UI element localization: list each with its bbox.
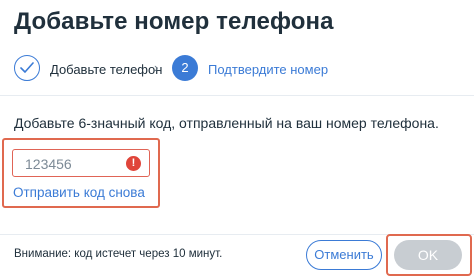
cancel-button[interactable]: Отменить bbox=[306, 240, 382, 270]
verification-code-value: 123456 bbox=[25, 156, 72, 172]
resend-code-link[interactable]: Отправить код снова bbox=[13, 185, 145, 200]
step-2-number: 2 bbox=[172, 55, 198, 81]
error-icon: ! bbox=[126, 156, 141, 171]
step-2-label: Подтвердите номер bbox=[208, 62, 329, 77]
instruction-text: Добавьте 6-значный код, отправленный на … bbox=[14, 115, 439, 131]
step-1-label[interactable]: Добавьте телефон bbox=[50, 62, 162, 77]
check-icon bbox=[20, 62, 34, 73]
verification-code-input[interactable]: 123456 ! bbox=[12, 149, 150, 177]
ok-button[interactable]: OK bbox=[394, 240, 462, 270]
dialog-title: Добавьте номер телефона bbox=[14, 8, 334, 35]
header-divider bbox=[0, 95, 474, 96]
stepper: Добавьте телефон › 2 Подтвердите номер bbox=[12, 55, 472, 83]
chevron-right-icon: › bbox=[154, 60, 159, 75]
step-1-completed-indicator bbox=[14, 55, 40, 81]
expiry-warning: Внимание: код истечет через 10 минут. bbox=[14, 248, 223, 260]
